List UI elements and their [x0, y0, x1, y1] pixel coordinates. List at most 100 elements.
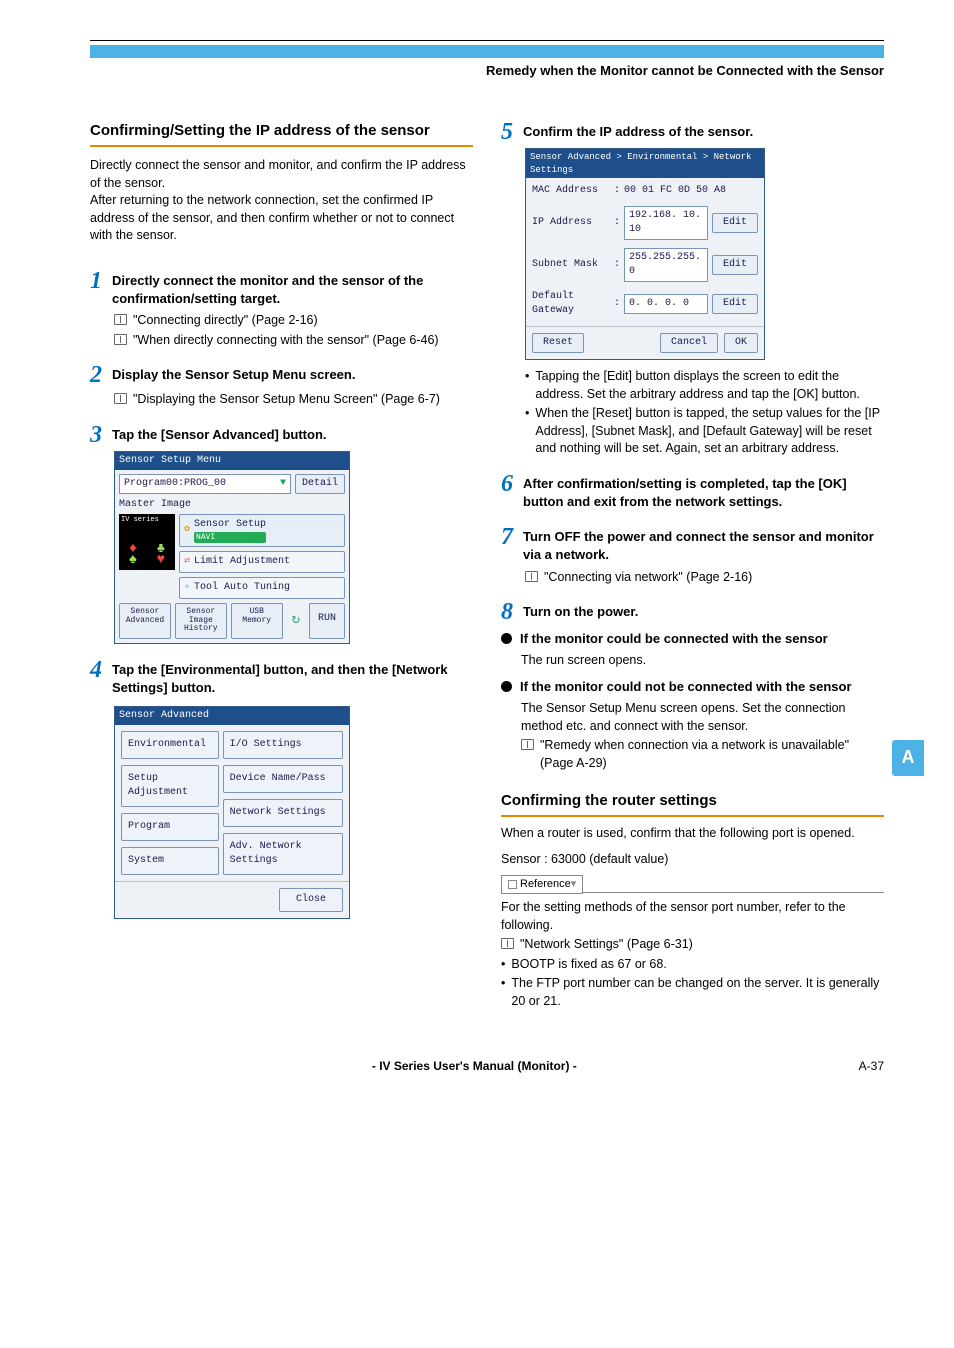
case-body: The Sensor Setup Menu screen opens. Set … — [521, 700, 884, 772]
step-7: 7 Turn OFF the power and connect the sen… — [501, 525, 884, 586]
book-icon — [114, 314, 127, 325]
mac-value: 00 01 FC 0D 50 A8 — [624, 184, 758, 198]
screenshot-sensor-advanced: Sensor Advanced Environmental Setup Adju… — [114, 706, 350, 919]
bullet-text: When the [Reset] button is tapped, the s… — [535, 405, 884, 458]
router-intro: When a router is used, confirm that the … — [501, 825, 884, 843]
section-title-router: Confirming the router settings — [501, 790, 884, 817]
step-3: 3 Tap the [Sensor Advanced] button. Sens… — [90, 423, 473, 645]
gateway-label: Default Gateway — [532, 290, 610, 318]
footer-title: - IV Series User's Manual (Monitor) - — [90, 1058, 859, 1075]
program-button[interactable]: Program — [121, 813, 219, 841]
step-number: 3 — [90, 423, 106, 447]
network-settings-button[interactable]: Network Settings — [223, 799, 343, 827]
cancel-button[interactable]: Cancel — [660, 333, 718, 353]
reference-label-text: Reference — [520, 878, 571, 890]
case-connected: If the monitor could be connected with t… — [501, 630, 884, 648]
program-selector[interactable]: Program00:PROG_00 ▼ — [119, 474, 291, 494]
step-number: 2 — [90, 363, 106, 387]
sensor-setup-button[interactable]: ✿ Sensor Setup NAVI — [179, 514, 345, 547]
tool-label: Tool Auto Tuning — [194, 581, 290, 595]
reference-link: "Remedy when connection via a network is… — [540, 737, 884, 772]
run-button[interactable]: RUN — [309, 603, 345, 639]
book-icon — [521, 739, 534, 750]
detail-button[interactable]: Detail — [295, 474, 345, 494]
case-title: If the monitor could be connected with t… — [520, 630, 828, 648]
running-header: Remedy when the Monitor cannot be Connec… — [90, 62, 884, 80]
breadcrumb-bar: Sensor Advanced > Environmental > Networ… — [526, 149, 764, 178]
book-icon — [525, 571, 538, 582]
case-title: If the monitor could not be connected wi… — [520, 678, 852, 696]
colon: : — [614, 216, 620, 230]
setup-adjustment-button[interactable]: Setup Adjustment — [121, 765, 219, 807]
reference-box: Reference▾ For the setting methods of th… — [501, 874, 884, 1010]
book-icon — [114, 334, 127, 345]
router-port: Sensor : 63000 (default value) — [501, 851, 884, 869]
sensor-image-history-button[interactable]: Sensor Image History — [175, 603, 227, 639]
step-title: Directly connect the monitor and the sen… — [112, 269, 473, 308]
step-8: 8 Turn on the power. — [501, 600, 884, 624]
colon: : — [614, 184, 620, 198]
right-column: 5 Confirm the IP address of the sensor. … — [501, 120, 884, 1012]
top-rule — [90, 40, 884, 41]
tool-auto-tuning-button[interactable]: ✧ Tool Auto Tuning — [179, 577, 345, 599]
reference-link: "When directly connecting with the senso… — [133, 332, 439, 350]
window-title-bar: Sensor Advanced — [115, 707, 349, 725]
bullet-icon: • — [501, 956, 505, 974]
subnet-label: Subnet Mask — [532, 258, 610, 272]
step-number: 7 — [501, 525, 517, 549]
mac-label: MAC Address — [532, 184, 610, 198]
edit-button[interactable]: Edit — [712, 294, 758, 314]
corner-icon: ▾ — [571, 878, 577, 890]
step-title: Display the Sensor Setup Menu screen. — [112, 363, 355, 384]
edit-button[interactable]: Edit — [712, 213, 758, 233]
reference-link: "Connecting directly" (Page 2-16) — [133, 312, 318, 330]
edit-button[interactable]: Edit — [712, 255, 758, 275]
master-image-thumbnail[interactable]: IV series ♠ ♥ ♦ ♣ — [119, 514, 175, 570]
limit-adjustment-button[interactable]: ⇄ Limit Adjustment — [179, 551, 345, 573]
program-label: Program00:PROG_00 — [124, 477, 226, 491]
ip-label: IP Address — [532, 216, 610, 230]
io-settings-button[interactable]: I/O Settings — [223, 731, 343, 759]
page-footer: - IV Series User's Manual (Monitor) - A-… — [90, 1058, 884, 1075]
case-not-connected: If the monitor could not be connected wi… — [501, 678, 884, 696]
filled-circle-icon — [501, 633, 512, 644]
limit-label: Limit Adjustment — [194, 555, 290, 569]
device-name-pass-button[interactable]: Device Name/Pass — [223, 765, 343, 793]
main-columns: Confirming/Setting the IP address of the… — [90, 120, 884, 1012]
book-icon — [114, 393, 127, 404]
right-icon[interactable]: ♣ — [157, 542, 165, 556]
screenshot-sensor-setup-menu: Sensor Setup Menu Program00:PROG_00 ▼ De… — [114, 451, 350, 645]
reference-link: "Displaying the Sensor Setup Menu Screen… — [133, 391, 440, 409]
wand-icon: ✧ — [184, 581, 190, 595]
close-button[interactable]: Close — [279, 888, 343, 912]
colon: : — [614, 297, 620, 311]
environmental-button[interactable]: Environmental — [121, 731, 219, 759]
gateway-value: 0. 0. 0. 0 — [624, 294, 708, 314]
adv-network-settings-button[interactable]: Adv. Network Settings — [223, 833, 343, 875]
reset-button[interactable]: Reset — [532, 333, 584, 353]
sensor-advanced-button[interactable]: Sensor Advanced — [119, 603, 171, 639]
bullet-icon: • — [525, 368, 529, 403]
step-number: 8 — [501, 600, 517, 624]
gear-icon: ✿ — [184, 523, 190, 537]
intro-text: Directly connect the sensor and monitor,… — [90, 157, 473, 245]
reference-link: "Connecting via network" (Page 2-16) — [544, 569, 752, 587]
step-5: 5 Confirm the IP address of the sensor. … — [501, 120, 884, 458]
ip-value: 192.168. 10. 10 — [624, 206, 708, 240]
step-1: 1 Directly connect the monitor and the s… — [90, 269, 473, 349]
case-body: The run screen opens. — [521, 652, 884, 670]
left-column: Confirming/Setting the IP address of the… — [90, 120, 473, 1012]
step-title: Tap the [Environmental] button, and then… — [112, 658, 473, 697]
square-icon — [508, 880, 517, 889]
navi-badge: NAVI — [194, 532, 266, 543]
refresh-icon[interactable]: ↻ — [292, 611, 300, 631]
ok-button[interactable]: OK — [724, 333, 758, 353]
system-button[interactable]: System — [121, 847, 219, 875]
step-title: Turn OFF the power and connect the senso… — [523, 525, 884, 564]
header-band — [90, 45, 884, 58]
screenshot-network-settings: Sensor Advanced > Environmental > Networ… — [525, 148, 765, 360]
left-icon[interactable]: ♦ — [129, 542, 137, 556]
step-6: 6 After confirmation/setting is complete… — [501, 472, 884, 511]
usb-memory-button[interactable]: USB Memory — [231, 603, 283, 639]
step-number: 5 — [501, 120, 517, 144]
